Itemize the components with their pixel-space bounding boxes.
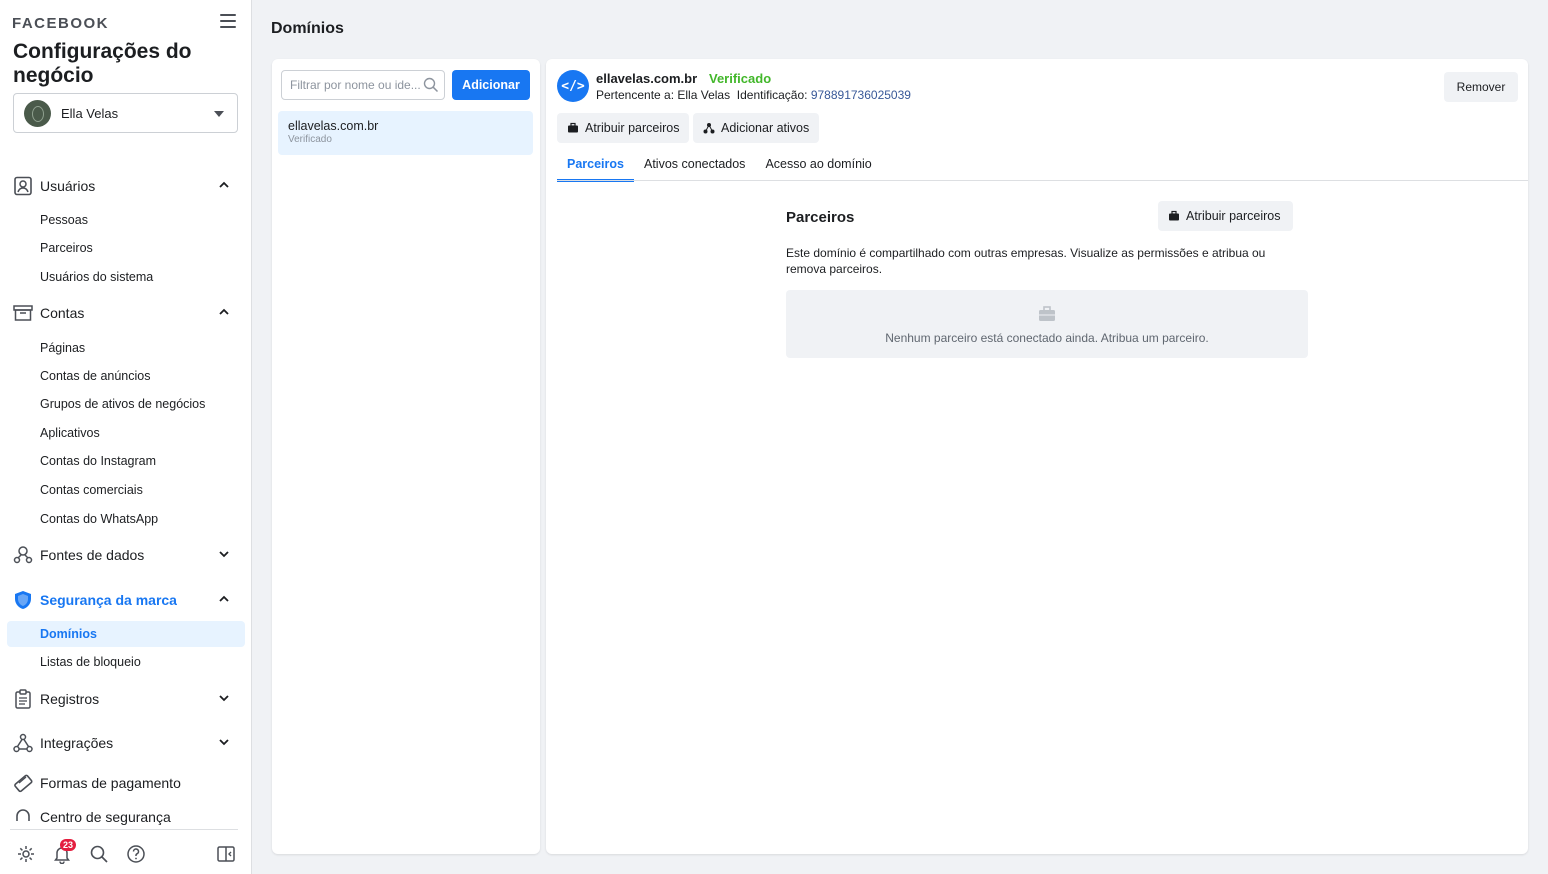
domain-meta: Pertencente a: Ella Velas Identificação:… [596,88,911,102]
data-sources-icon [12,544,34,566]
nav-section-security-center[interactable]: Centro de segurança [12,805,240,829]
nav-section-label: Registros [40,691,100,707]
business-name: Ella Velas [61,105,119,121]
clipboard-icon [12,688,34,710]
nav-item-whatsapp-accounts[interactable]: Contas do WhatsApp [40,512,158,526]
nav-section-label: Fontes de dados [40,547,145,563]
nav-item-block-lists[interactable]: Listas de bloqueio [40,655,141,669]
credit-card-icon [12,772,34,794]
tab-connected-assets[interactable]: Ativos conectados [634,153,755,181]
tab-partners[interactable]: Parceiros [557,153,634,182]
lock-icon [12,806,34,828]
shield-icon [12,589,34,611]
facebook-brand: FACEBOOK [12,15,110,32]
detail-tabs: Parceiros Ativos conectados Acesso ao do… [557,153,882,182]
nav-section-label: Integrações [40,735,114,751]
assets-icon [703,123,715,134]
id-label: Identificação: [736,88,808,102]
assign-partners-button[interactable]: Atribuir parceiros [557,113,690,143]
assign-partners-label: Atribuir parceiros [585,121,680,135]
domain-detail-panel: </> ellavelas.com.br Verificado Pertence… [546,59,1528,854]
chevron-up-icon [219,308,229,315]
sidebar-footer: 23 [10,829,238,874]
remove-button[interactable]: Remover [1444,72,1518,102]
add-assets-label: Adicionar ativos [721,121,810,135]
nav-item-domains[interactable]: Domínios [7,621,245,647]
chevron-down-icon [219,739,229,746]
add-button[interactable]: Adicionar [452,70,530,100]
nav-item-commerce-accounts[interactable]: Contas comerciais [40,483,143,497]
chevron-up-icon [219,595,229,602]
sidebar: FACEBOOK Configurações do negócio Ella V… [0,0,252,874]
page-title: Domínios [271,20,344,37]
list-item[interactable]: ellavelas.com.br Verificado [278,111,533,155]
nav-section-accounts[interactable]: Contas [12,301,240,325]
business-avatar [24,99,51,127]
empty-state-text: Nenhum parceiro está conectado ainda. At… [885,331,1209,345]
collapse-sidebar-icon[interactable] [216,844,236,864]
code-icon: </> [557,70,589,102]
chevron-up-icon [219,181,229,188]
nav-section-brand-safety[interactable]: Segurança da marca [12,588,240,612]
partners-section-title: Parceiros [786,209,855,226]
gear-icon[interactable] [16,844,36,864]
nav-item-partners[interactable]: Parceiros [40,241,93,255]
nav-item-pages[interactable]: Páginas [40,341,85,355]
owner-text: Pertencente a: Ella Velas [596,88,731,102]
briefcase-icon [568,122,578,133]
assign-partners-section-button[interactable]: Atribuir parceiros [1158,201,1294,231]
nav-section-logs[interactable]: Registros [12,687,240,711]
partners-description: Este domínio é compartilhado com outras … [786,246,1266,276]
menu-icon[interactable] [220,14,236,28]
filter-input[interactable] [281,70,445,100]
nav-item-ad-accounts[interactable]: Contas de anúncios [40,369,151,383]
nav-item-apps[interactable]: Aplicativos [40,426,100,440]
verified-status: Verificado [709,71,772,86]
nav-section-data-sources[interactable]: Fontes de dados [12,543,240,567]
integrations-icon [12,732,34,754]
nav-section-label: Usuários [40,178,96,194]
briefcase-icon [1169,210,1179,221]
search-icon[interactable] [89,844,109,864]
tab-domain-access[interactable]: Acesso ao domínio [755,153,881,181]
business-settings-title: Configurações do negócio [13,40,192,87]
notification-badge: 23 [60,839,77,851]
chevron-down-icon [219,551,229,558]
domain-list-panel: Adicionar ellavelas.com.br Verificado [272,59,540,854]
users-icon [12,175,34,197]
caret-down-icon [214,111,224,117]
accounts-icon [12,302,34,324]
nav-item-instagram-accounts[interactable]: Contas do Instagram [40,454,156,468]
nav-section-payment-methods[interactable]: Formas de pagamento [12,771,240,795]
id-link[interactable]: 978891736025039 [811,88,911,102]
nav-item-business-asset-groups[interactable]: Grupos de ativos de negócios [40,397,205,411]
list-item-name: ellavelas.com.br [288,119,379,133]
list-item-status: Verificado [288,134,332,145]
nav-section-label: Formas de pagamento [40,775,181,791]
nav-section-label: Centro de segurança [40,809,171,825]
briefcase-icon [1039,306,1055,321]
chevron-down-icon [219,695,229,702]
nav-section-label: Contas [40,305,85,321]
add-assets-button[interactable]: Adicionar ativos [693,113,820,143]
assign-partners-section-label: Atribuir parceiros [1186,209,1281,223]
nav-section-users[interactable]: Usuários [12,174,240,198]
tab-divider [557,180,1528,181]
nav-section-label: Segurança da marca [40,592,177,608]
nav-item-system-users[interactable]: Usuários do sistema [40,270,153,284]
business-selector[interactable]: Ella Velas [13,93,238,133]
empty-state: Nenhum parceiro está conectado ainda. At… [786,290,1308,358]
nav-item-people[interactable]: Pessoas [40,213,88,227]
search-icon [423,77,439,93]
nav-section-integrations[interactable]: Integrações [12,731,240,755]
domain-name: ellavelas.com.br [596,71,698,86]
help-icon[interactable] [126,844,146,864]
